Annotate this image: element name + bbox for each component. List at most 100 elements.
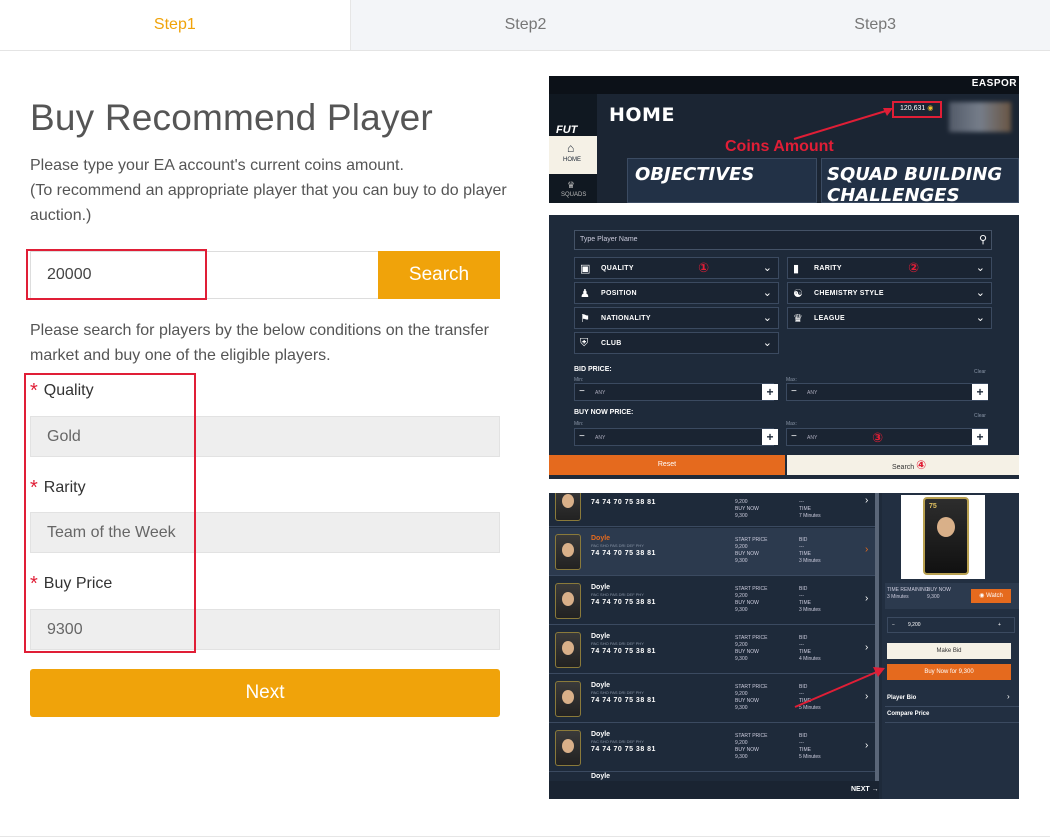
result-row: Doyle PAC SHO PAS DRI DEF PHY 74 74 70 7… — [549, 528, 879, 576]
tab-step1[interactable]: Step1 — [0, 0, 351, 50]
chevron-right-icon: › — [865, 642, 869, 653]
coins-amount-annotation: Coins Amount — [725, 138, 834, 155]
arrow-right-icon: → — [871, 786, 879, 793]
filter-league: ♛ LEAGUE ⌄ — [787, 307, 992, 329]
squads-icon: ♛ — [567, 180, 576, 190]
chevron-right-icon: › — [865, 593, 869, 604]
results-footer — [549, 781, 879, 799]
chevron-right-icon: › — [1007, 692, 1010, 701]
reset-button: Reset — [549, 455, 785, 475]
bid-price-label: BID PRICE: — [574, 366, 612, 373]
ea-sports-logo: EASPOR — [971, 78, 1017, 89]
quality-field: Gold — [30, 416, 500, 457]
plus-icon: + — [972, 429, 988, 445]
rarity-label: * Rarity — [30, 477, 86, 499]
next-button[interactable]: Next — [30, 669, 500, 717]
required-star: * — [30, 477, 38, 499]
player-card-icon — [555, 583, 581, 619]
search-results-screenshot: 74 74 70 75 38 81 9,200 BUY NOW 9,300 --- T… — [549, 493, 1019, 799]
annotation-arrow — [794, 667, 885, 708]
search-icon: ⚲ — [978, 234, 987, 246]
chevron-down-icon: ⌄ — [762, 262, 772, 274]
sidebar-squads-label: SQUADS — [561, 192, 587, 198]
buy-now-clear-label: Clear — [974, 413, 986, 419]
minus-icon: − — [892, 622, 895, 628]
compare-price-link: Compare Price — [887, 711, 930, 717]
filter-nationality: ⚑ NATIONALITY ⌄ — [574, 307, 779, 329]
bid-stepper: − 9,200 + — [887, 617, 1015, 633]
minus-icon: − — [579, 386, 585, 397]
home-title: HOME — [609, 104, 675, 126]
minus-icon: − — [791, 386, 797, 397]
player-card-icon — [555, 632, 581, 668]
intro-line-2: (To recommend an appropriate player that… — [30, 182, 507, 224]
chevron-down-icon: ⌄ — [975, 262, 985, 274]
player-card-icon — [555, 534, 581, 570]
filter-search-button: Search ④ — [787, 455, 1019, 475]
filter-chemistry-style: ☯ CHEMISTRY STYLE ⌄ — [787, 282, 992, 304]
tab-step3[interactable]: Step3 — [700, 0, 1050, 50]
minus-icon: − — [791, 431, 797, 442]
result-row: Doyle PAC SHO PAS DRI DEF PHY 74 74 70 7… — [549, 577, 879, 625]
chevron-down-icon: ⌄ — [762, 337, 772, 349]
plus-icon: + — [998, 622, 1001, 628]
watch-button: ◉ Watch — [971, 589, 1011, 603]
game-topbar — [549, 76, 1019, 94]
quality-label: * Quality — [30, 380, 94, 402]
next-page-link: NEXT → — [851, 786, 879, 793]
result-row: Doyle PAC SHO PAS DRI DEF PHY 74 74 70 7… — [549, 724, 879, 772]
bid-max-stepper: − ANY — [786, 383, 988, 401]
coins-location-screenshot: EASPOR FUT ⌂ HOME ♛ SQUADS HOME 120,631 … — [549, 76, 1019, 203]
filter-club: ⛨ CLUB ⌄ — [574, 332, 779, 354]
objectives-label: OBJECTIVES — [635, 164, 755, 185]
filter-position: ♟ POSITION ⌄ — [574, 282, 779, 304]
buy-now-min-stepper: − ANY — [574, 428, 774, 446]
eye-icon: ◉ — [979, 593, 985, 599]
flag-icon: ⚑ — [580, 313, 590, 325]
search-button[interactable]: Search — [378, 251, 500, 299]
buy-price-field: 9300 — [30, 609, 500, 650]
player-name-search: Type Player Name ⚲ — [574, 230, 992, 250]
buy-now-max-label: Max: — [786, 421, 797, 427]
minus-icon: − — [579, 431, 585, 442]
tab-step2[interactable]: Step2 — [350, 0, 701, 50]
chevron-down-icon: ⌄ — [762, 287, 772, 299]
required-star: * — [30, 380, 38, 402]
bottom-divider — [0, 836, 1050, 837]
required-star: * — [30, 573, 38, 595]
home-icon: ⌂ — [567, 141, 575, 155]
bid-clear-label: Clear — [974, 369, 986, 375]
plus-icon: + — [972, 384, 988, 400]
sbc-label: SQUAD BUILDING CHALLENGES — [827, 164, 1003, 203]
chevron-right-icon: › — [865, 495, 869, 506]
marker-3: ③ — [872, 430, 884, 445]
result-row: 74 74 70 75 38 81 9,200 BUY NOW 9,300 --- T… — [549, 493, 879, 527]
position-icon: ♟ — [580, 288, 590, 300]
page-title: Buy Recommend Player — [30, 97, 433, 138]
conditions-text: Please search for players by the below c… — [30, 322, 489, 364]
fut-logo: FUT — [556, 124, 578, 136]
buy-now-button: Buy Now for 9,300 — [887, 664, 1011, 680]
search-filters-screenshot: Type Player Name ⚲ ▣ QUALITY ⌄ ▮ RARITY ⌄ ♟ PO… — [549, 215, 1019, 479]
marker-1: ① — [698, 260, 710, 275]
club-icon: ⛨ — [580, 337, 589, 349]
player-bio-link: Player Bio — [887, 695, 917, 701]
player-card-icon — [555, 681, 581, 717]
results-scrollbar — [875, 493, 879, 783]
rarity-icon: ▮ — [793, 263, 800, 275]
filter-quality: ▣ QUALITY ⌄ — [574, 257, 779, 279]
quality-icon: ▣ — [580, 263, 591, 275]
intro-line-1: Please type your EA account's current co… — [30, 157, 404, 174]
coins-readout: 120,631 ◉ — [900, 105, 934, 112]
bid-min-stepper: − ANY — [574, 383, 774, 401]
plus-icon: + — [762, 384, 778, 400]
make-bid-button: Make Bid — [887, 643, 1011, 659]
blurred-profile — [949, 102, 1011, 132]
player-card-large: 75 — [901, 495, 985, 579]
buy-now-price-label: BUY NOW PRICE: — [574, 409, 634, 416]
chevron-down-icon: ⌄ — [975, 287, 985, 299]
coins-amount-input[interactable] — [30, 251, 379, 299]
buy-now-max-stepper: − ANY — [786, 428, 988, 446]
player-card-icon — [555, 730, 581, 766]
sidebar-home-label: HOME — [563, 157, 581, 163]
